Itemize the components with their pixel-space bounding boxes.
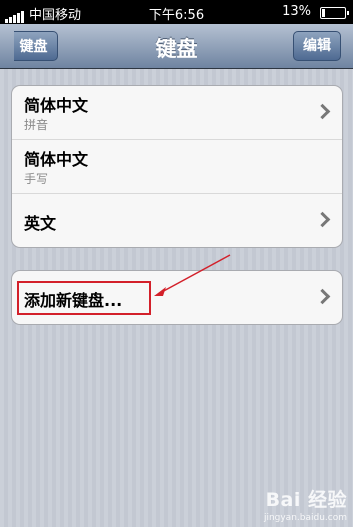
annotation-arrow-icon — [154, 254, 231, 296]
baidu-jingyan-watermark: Bai 经验 jingyan.baidu.com — [217, 485, 347, 523]
watermark-logo-text: Bai 经验 — [265, 489, 347, 511]
watermark-url: jingyan.baidu.com — [263, 513, 347, 523]
